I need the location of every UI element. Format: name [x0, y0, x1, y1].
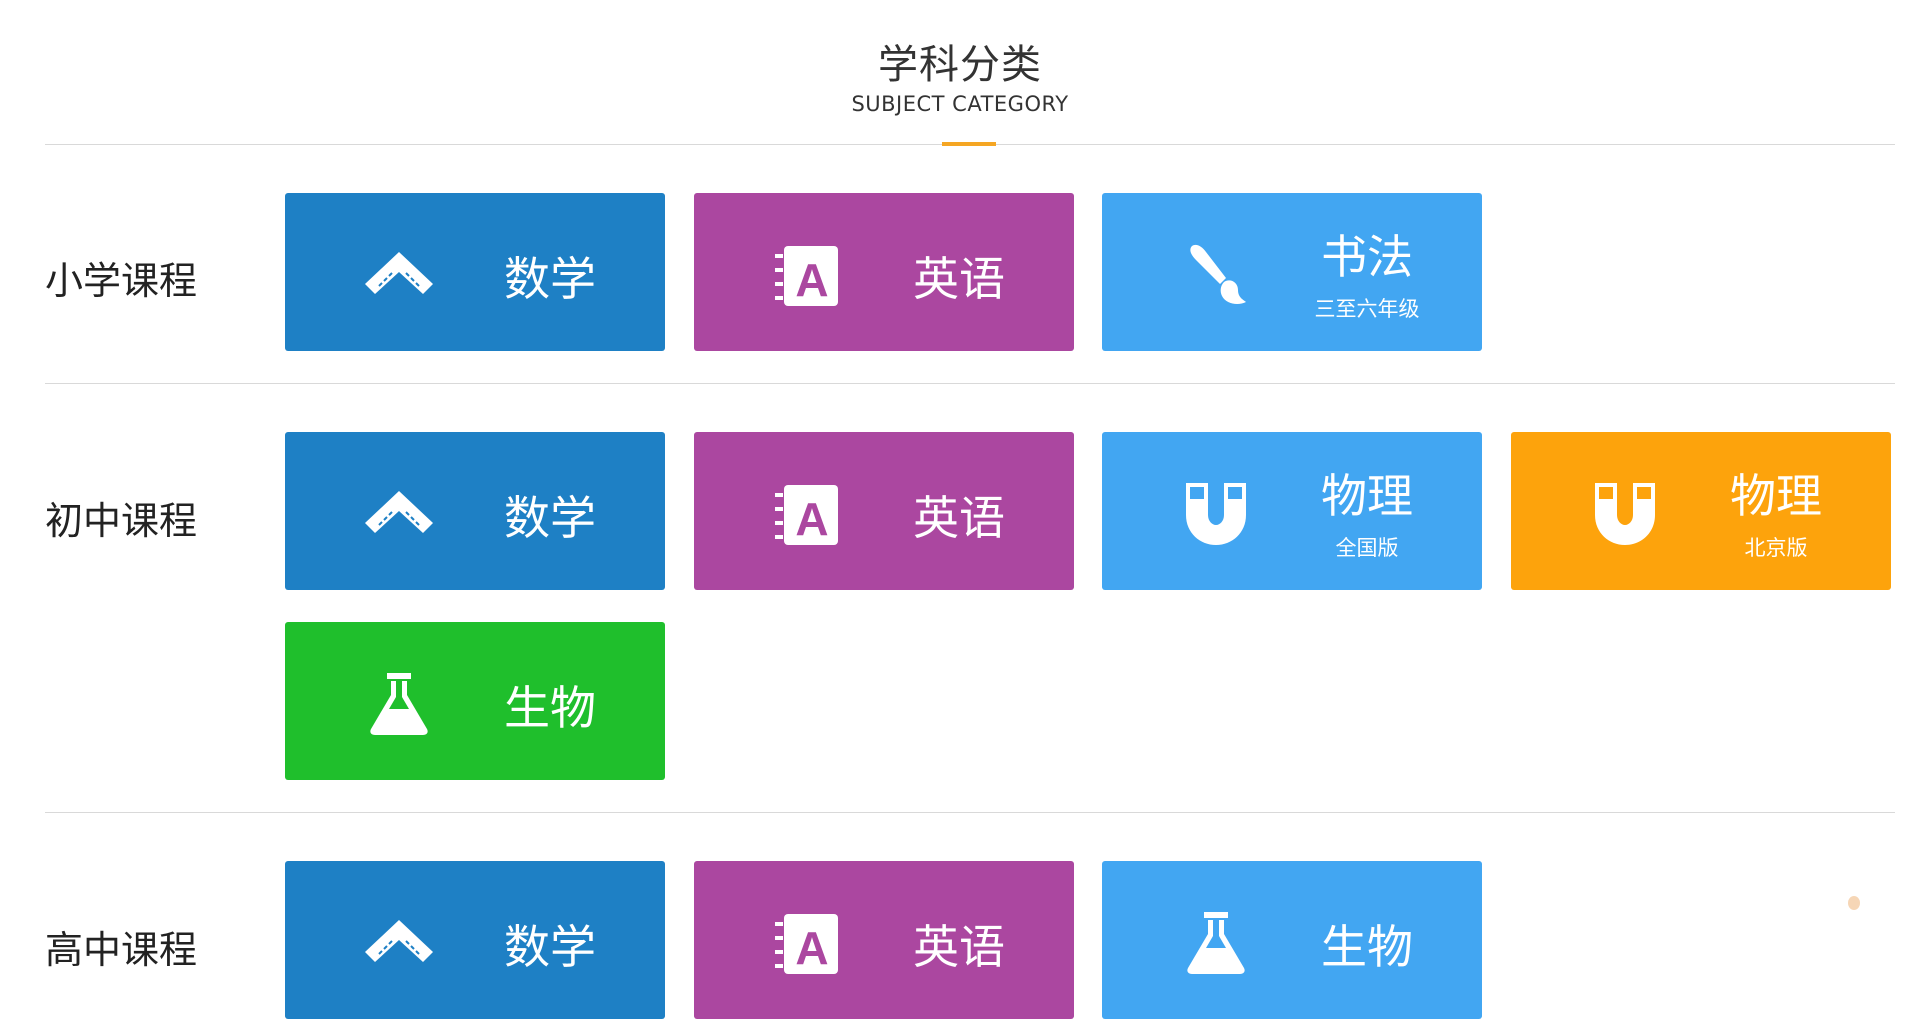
- tile-name: 数学: [504, 920, 596, 974]
- section-divider: [45, 812, 1895, 813]
- ruler-icon: [365, 920, 433, 962]
- tile-subtitle: 全国版: [1335, 536, 1399, 560]
- tile-name: 物理: [1321, 469, 1413, 523]
- tile-primary-english[interactable]: A 英语: [694, 193, 1074, 351]
- tile-name: 数学: [504, 491, 596, 545]
- tile-junior-physics-national[interactable]: 物理 全国版: [1102, 432, 1482, 590]
- english-book-icon: A: [775, 485, 838, 545]
- english-book-icon: A: [775, 914, 838, 974]
- section-divider: [45, 383, 1895, 384]
- english-book-icon: A: [775, 246, 838, 306]
- tile-name: 生物: [1321, 920, 1413, 974]
- tile-name: 书法: [1321, 230, 1413, 284]
- brush-icon: [1190, 244, 1246, 304]
- ruler-icon: [365, 252, 433, 294]
- tile-subtitle: 三至六年级: [1314, 297, 1420, 321]
- tile-name: 英语: [913, 920, 1005, 974]
- tile-name: 物理: [1730, 469, 1822, 523]
- section-label-senior: 高中课程: [45, 928, 198, 972]
- ruler-icon: [365, 491, 433, 533]
- flask-icon: [370, 673, 428, 735]
- tile-name: 英语: [913, 252, 1005, 306]
- decorative-dot: [1848, 896, 1860, 910]
- magnet-icon: [1595, 483, 1655, 545]
- magnet-icon: [1186, 483, 1246, 545]
- tile-primary-math[interactable]: 数学: [285, 193, 665, 351]
- section-label-junior: 初中课程: [45, 499, 198, 543]
- tile-primary-calligraphy[interactable]: 书法 三至六年级: [1102, 193, 1482, 351]
- svg-text:A: A: [795, 254, 828, 306]
- flask-icon: [1187, 912, 1245, 974]
- tile-name: 数学: [504, 252, 596, 306]
- page-subtitle: SUBJECT CATEGORY: [851, 92, 1069, 116]
- tile-senior-biology[interactable]: 生物: [1102, 861, 1482, 1019]
- tile-senior-math[interactable]: 数学: [285, 861, 665, 1019]
- tile-junior-math[interactable]: 数学: [285, 432, 665, 590]
- tile-junior-english[interactable]: A 英语: [694, 432, 1074, 590]
- svg-text:A: A: [795, 922, 828, 974]
- tile-name: 生物: [504, 681, 596, 735]
- tile-junior-physics-beijing[interactable]: 物理 北京版: [1511, 432, 1891, 590]
- tile-subtitle: 北京版: [1744, 536, 1808, 560]
- page-title: 学科分类: [878, 42, 1042, 88]
- title-accent-bar: [942, 142, 996, 146]
- section-label-primary: 小学课程: [45, 259, 198, 303]
- tile-senior-english[interactable]: A 英语: [694, 861, 1074, 1019]
- tile-junior-biology[interactable]: 生物: [285, 622, 665, 780]
- svg-text:A: A: [795, 493, 828, 545]
- tile-name: 英语: [913, 491, 1005, 545]
